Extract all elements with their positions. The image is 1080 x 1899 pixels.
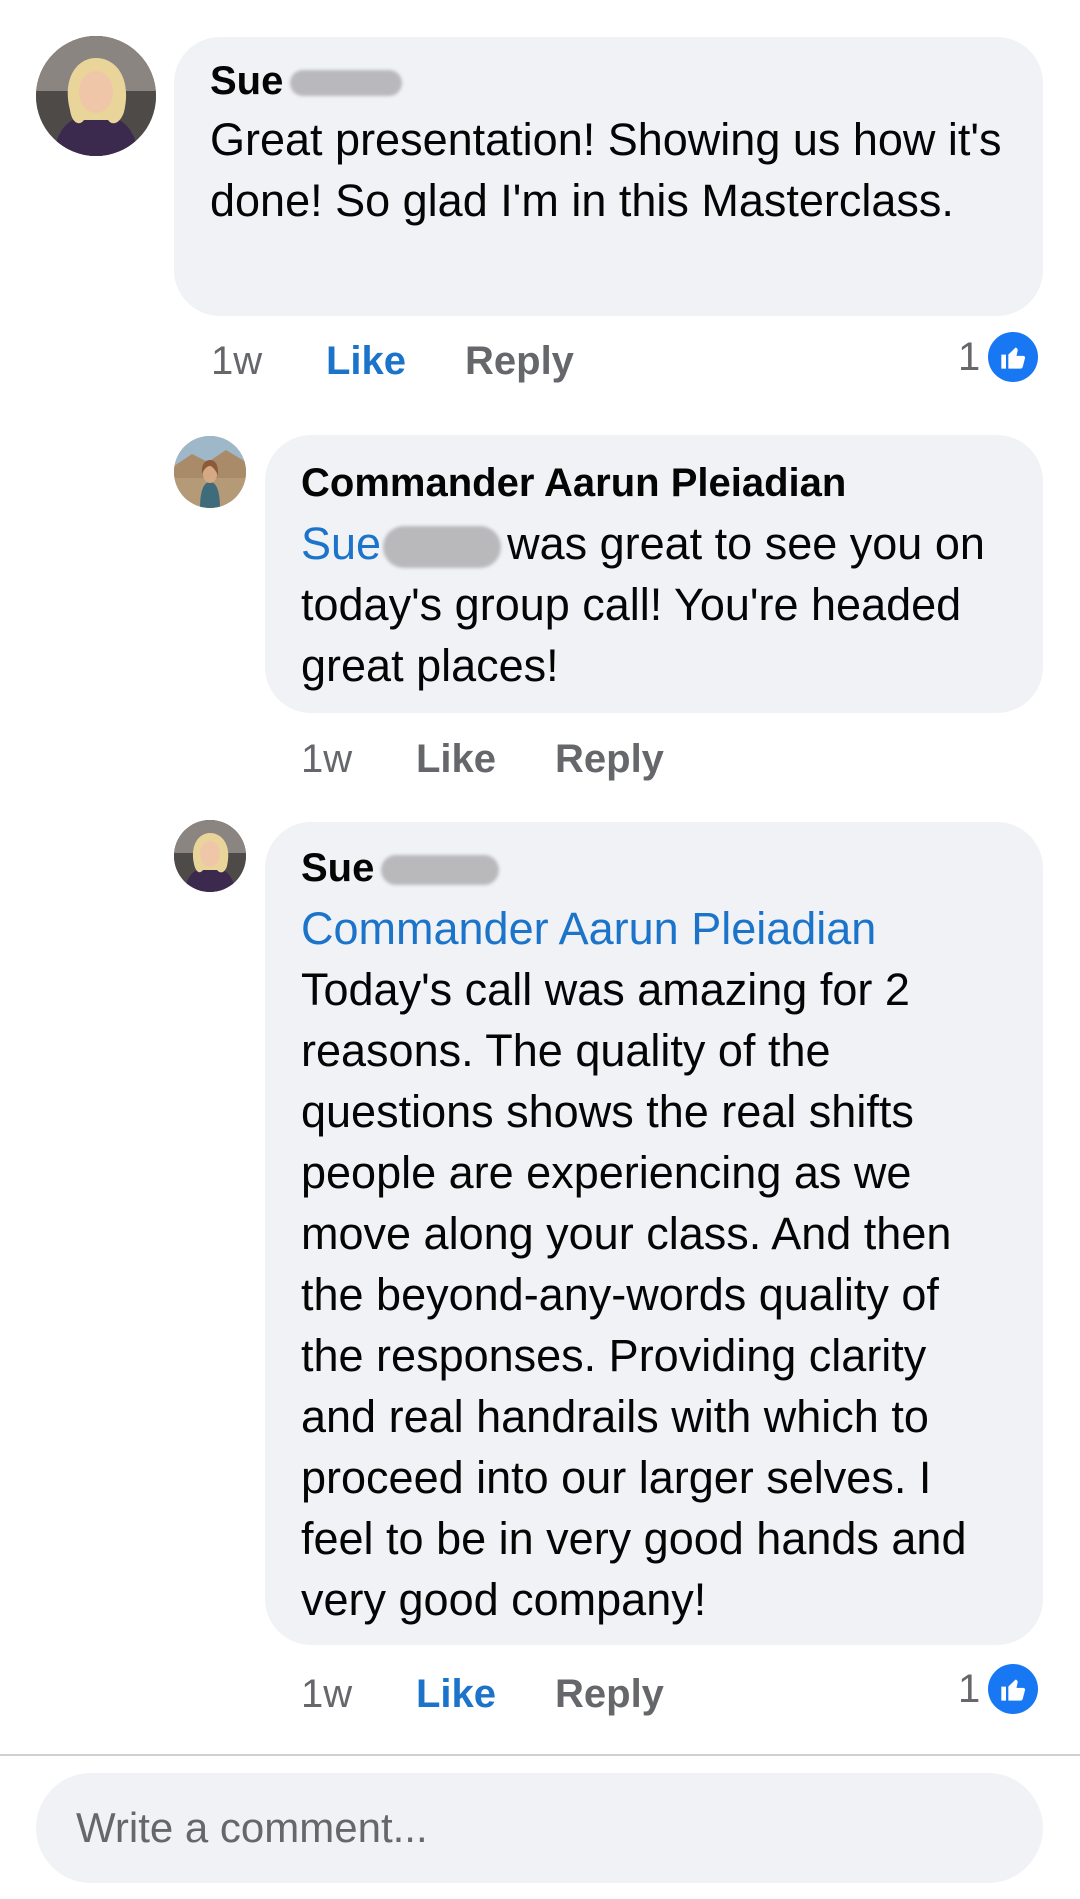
avatar-commander[interactable] — [174, 436, 246, 508]
comment-author[interactable]: Sue — [210, 57, 1007, 105]
reply-button[interactable]: Reply — [465, 337, 574, 385]
reaction-summary[interactable]: 1 — [958, 1664, 1039, 1714]
like-button[interactable]: Like — [416, 735, 496, 783]
reaction-count: 1 — [958, 1666, 981, 1711]
like-button[interactable]: Like — [326, 337, 406, 385]
comment-actions: 1w Like Reply — [301, 735, 801, 783]
avatar-sue[interactable] — [36, 36, 156, 156]
profile-photo — [174, 436, 246, 508]
comment-actions: 1w Like Reply — [211, 337, 811, 385]
comment-bubble: Sue Great presentation! Showing us how i… — [174, 37, 1043, 316]
reply-button[interactable]: Reply — [555, 1670, 664, 1718]
reply-bubble: Commander Aarun Pleiadian Sue was great t… — [265, 435, 1043, 713]
avatar-sue[interactable] — [174, 820, 246, 892]
reaction-summary[interactable]: 1 — [958, 332, 1039, 382]
comment-actions: 1w Like Reply — [301, 1670, 801, 1718]
comment-timestamp[interactable]: 1w — [301, 1670, 352, 1718]
comment-text: Today's call was amazing for 2 reasons. … — [301, 964, 967, 1625]
comment-author[interactable]: Sue — [301, 844, 1007, 892]
mention-link[interactable]: Sue — [301, 518, 381, 569]
like-thumbs-up-icon — [988, 332, 1039, 382]
profile-photo — [36, 36, 156, 156]
comment-timestamp[interactable]: 1w — [211, 337, 262, 385]
redacted-name — [383, 526, 502, 569]
comment-author[interactable]: Commander Aarun Pleiadian — [301, 459, 1007, 507]
comment-composer[interactable] — [36, 1773, 1043, 1883]
like-thumbs-up-icon — [988, 1664, 1039, 1714]
comment-timestamp[interactable]: 1w — [301, 735, 352, 783]
mention-link[interactable]: Commander Aarun Pleiadian — [301, 898, 1007, 959]
reaction-count: 1 — [958, 334, 981, 379]
redacted-name — [381, 855, 500, 886]
comment-input[interactable] — [74, 1803, 1043, 1853]
comment-text: Great presentation! Showing us how it's … — [210, 114, 1002, 226]
reply-bubble: Sue Commander Aarun Pleiadian Today's ca… — [265, 822, 1043, 1645]
comment-text: Sue was great to see you on today's group… — [301, 518, 985, 691]
like-button[interactable]: Like — [416, 1670, 496, 1718]
reply-button[interactable]: Reply — [555, 735, 664, 783]
profile-photo — [174, 820, 246, 892]
redacted-name — [290, 70, 403, 97]
divider — [0, 1754, 1080, 1756]
